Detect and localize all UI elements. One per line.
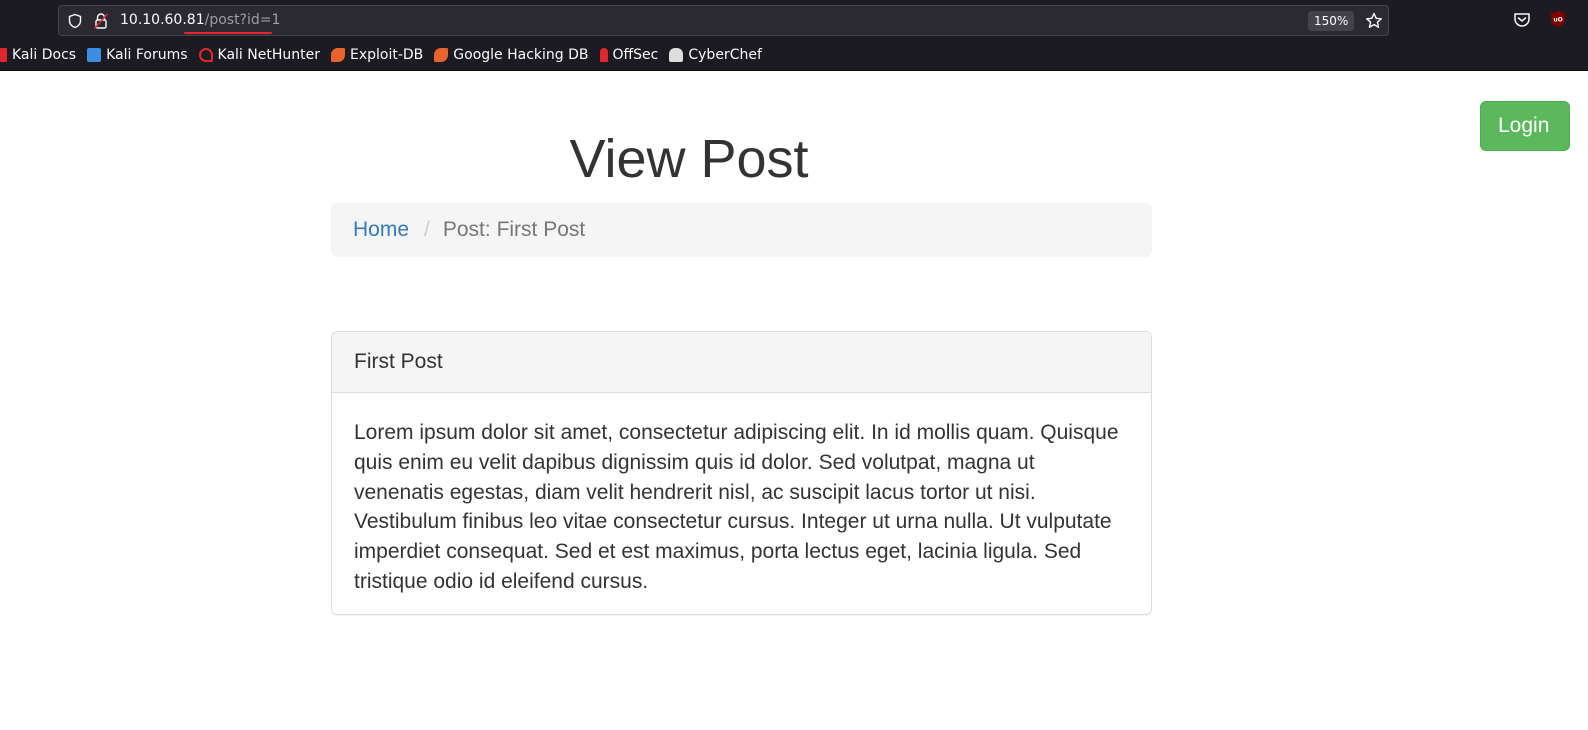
bookmark-label: Kali Forums <box>106 47 188 63</box>
exploit-db-icon <box>330 48 345 62</box>
bookmark-kali-nethunter[interactable]: Kali NetHunter <box>198 47 320 63</box>
bookmark-label: Exploit-DB <box>349 47 424 63</box>
ublock-origin-icon[interactable]: uO <box>1550 10 1566 28</box>
breadcrumb-home-link[interactable]: Home <box>353 218 409 242</box>
url-host: 10.10.60.81 <box>120 12 205 28</box>
bookmark-kali-docs[interactable]: Kali Docs <box>0 47 76 63</box>
post-title: First Post <box>332 332 1151 393</box>
bookmark-label: Kali Docs <box>12 47 77 63</box>
insecure-lock-icon[interactable] <box>93 12 109 30</box>
tracking-protection-shield-icon[interactable] <box>67 13 83 29</box>
url-path: /post?id=1 <box>204 12 281 28</box>
url-text[interactable]: 10.10.60.81/post?id=1 <box>120 12 280 28</box>
bookmark-exploit-db[interactable]: Exploit-DB <box>330 47 424 63</box>
zoom-level-button[interactable]: 150% <box>1308 11 1355 31</box>
svg-text:uO: uO <box>1553 17 1562 24</box>
breadcrumb-separator: / <box>424 218 430 241</box>
bookmark-cyberchef[interactable]: CyberChef <box>669 47 762 63</box>
offsec-icon <box>599 48 608 62</box>
login-button[interactable]: Login <box>1480 101 1570 151</box>
bookmark-label: OffSec <box>612 47 659 63</box>
breadcrumb-current: Post: First Post <box>442 218 586 241</box>
pocket-icon[interactable] <box>1512 10 1532 30</box>
cyberchef-icon <box>669 48 684 62</box>
bookmarks-toolbar: Kali Docs Kali Forums Kali NetHunter Exp… <box>0 43 773 67</box>
kali-docs-icon <box>0 48 7 62</box>
post-body: Lorem ipsum dolor sit amet, consectetur … <box>354 421 1119 593</box>
browser-toolbar: 10.10.60.81/post?id=1 150% uO Kali Docs … <box>0 0 1588 71</box>
address-bar[interactable]: 10.10.60.81/post?id=1 150% <box>58 5 1389 36</box>
url-underline <box>184 32 272 34</box>
kali-nethunter-icon <box>198 48 213 62</box>
bookmark-kali-forums[interactable]: Kali Forums <box>87 47 188 63</box>
bookmark-star-icon[interactable] <box>1364 11 1384 31</box>
bookmark-offsec[interactable]: OffSec <box>599 47 659 63</box>
bookmark-label: Google Hacking DB <box>453 47 589 63</box>
bookmark-label: CyberChef <box>688 47 762 63</box>
bookmark-google-hacking-db[interactable]: Google Hacking DB <box>434 47 589 63</box>
bookmark-label: Kali NetHunter <box>217 47 320 63</box>
post-panel: First Post Lorem ipsum dolor sit amet, c… <box>331 331 1152 615</box>
kali-forums-icon <box>87 48 102 62</box>
breadcrumb: Home / Post: First Post <box>331 203 1152 257</box>
page-title: View Post <box>569 129 809 189</box>
google-hacking-db-icon <box>434 48 449 62</box>
